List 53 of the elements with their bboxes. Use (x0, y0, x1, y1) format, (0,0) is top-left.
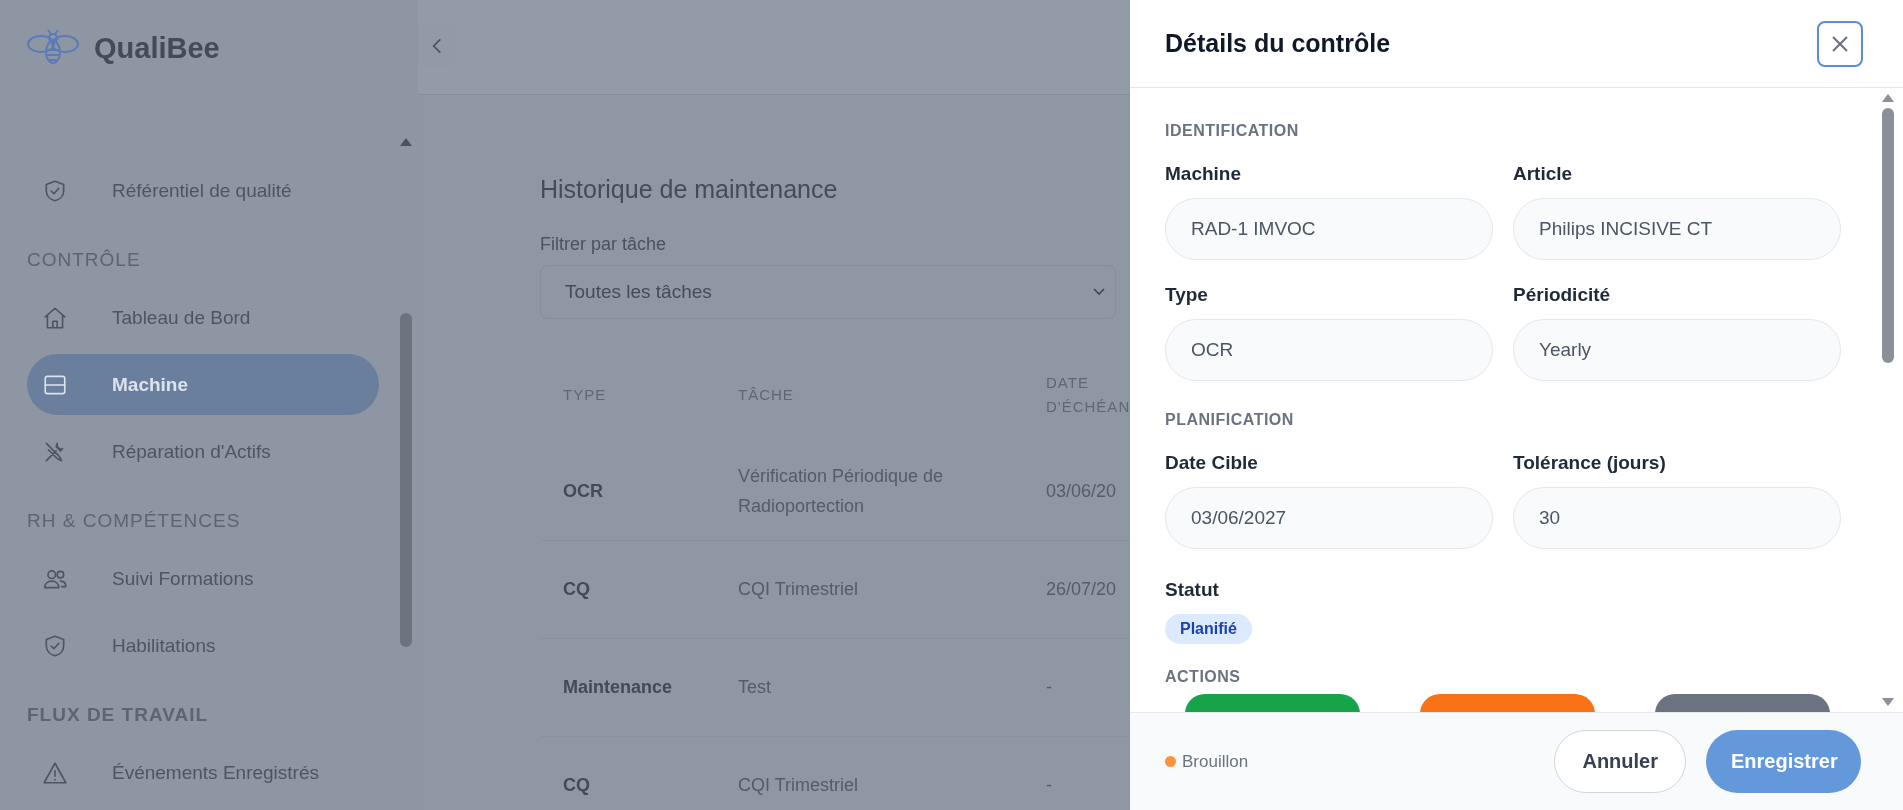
field-label: Date Cible (1165, 452, 1259, 474)
field-label: Tolérance (jours) (1513, 452, 1667, 474)
close-icon (1830, 33, 1850, 54)
input-field[interactable]: RAD-1 IMVOC (1165, 198, 1493, 260)
nav-item[interactable]: Habilitations (27, 615, 379, 676)
field-label: Périodicité (1513, 284, 1612, 306)
nav-item[interactable]: Événements Enregistrés (27, 742, 379, 803)
scroll-up-arrow-icon[interactable] (1882, 94, 1894, 102)
section-title: IDENTIFICATION (1165, 122, 1300, 140)
task-filter-dropdown[interactable]: Toutes les tâches (540, 265, 1116, 319)
field-label: Machine (1165, 163, 1243, 185)
scrollbar-thumb[interactable] (400, 313, 412, 647)
section-title: PLANIFICATION (1165, 411, 1295, 429)
table-cell-text: OCR (562, 479, 604, 503)
input-field[interactable]: 03/06/2027 (1165, 487, 1493, 549)
close-button[interactable] (1817, 20, 1863, 67)
chevron-down-icon (1093, 288, 1105, 296)
nav-item[interactable]: Référentiel de qualité (27, 160, 379, 221)
status-badge: Planifié (1165, 614, 1252, 644)
input-field[interactable]: 30 (1513, 487, 1841, 549)
scroll-down-arrow-icon[interactable] (1882, 698, 1894, 706)
field-label: Article (1513, 163, 1574, 185)
save-button[interactable]: Enregistrer (1706, 730, 1861, 793)
app-name: QualiBee (94, 31, 220, 65)
table-cell-text: 03/06/20 (1046, 479, 1118, 503)
chevron-left-icon (432, 37, 442, 55)
table-cell-text: CQI Trimestriel (738, 577, 859, 601)
cancel-button[interactable]: Annuler (1554, 730, 1686, 793)
nav-item[interactable]: Machine (27, 354, 379, 415)
table-cell-text: - (1046, 773, 1053, 797)
input-field[interactable]: Yearly (1513, 319, 1841, 381)
section-title: ACTIONS (1165, 668, 1242, 686)
field-label: Type (1165, 284, 1209, 306)
input-field[interactable]: Philips INCISIVE CT (1513, 198, 1841, 260)
table-cell-text: Maintenance (562, 675, 674, 699)
table-cell-text: 26/07/20 (1046, 577, 1118, 601)
scrollbar-thumb[interactable] (1882, 108, 1894, 363)
table-cell-text: CQ (562, 773, 591, 797)
table-cell-text: CQI Trimestriel (738, 773, 859, 797)
nav-item[interactable]: Suivi Formations (27, 548, 379, 609)
input-field[interactable]: OCR (1165, 319, 1493, 381)
nav-item[interactable]: Tableau de Bord (27, 287, 379, 348)
scroll-up-arrow-icon[interactable] (400, 138, 412, 146)
table-cell-text: Vérification Périodique de Radioportection (738, 464, 945, 518)
filter-label: Filtrer par tâche (540, 234, 668, 255)
table-cell-text: CQ (562, 577, 591, 601)
field-label: Statut (1165, 579, 1220, 601)
draft-status-text: Brouillon (1182, 751, 1249, 772)
page-title: Historique de maintenance (540, 175, 839, 204)
table-cell-text: - (1046, 675, 1053, 699)
nav-item[interactable]: Réparation d'Actifs (27, 421, 379, 482)
drawer-title: Détails du contrôle (1165, 29, 1391, 58)
table-cell-text: Test (738, 675, 772, 699)
